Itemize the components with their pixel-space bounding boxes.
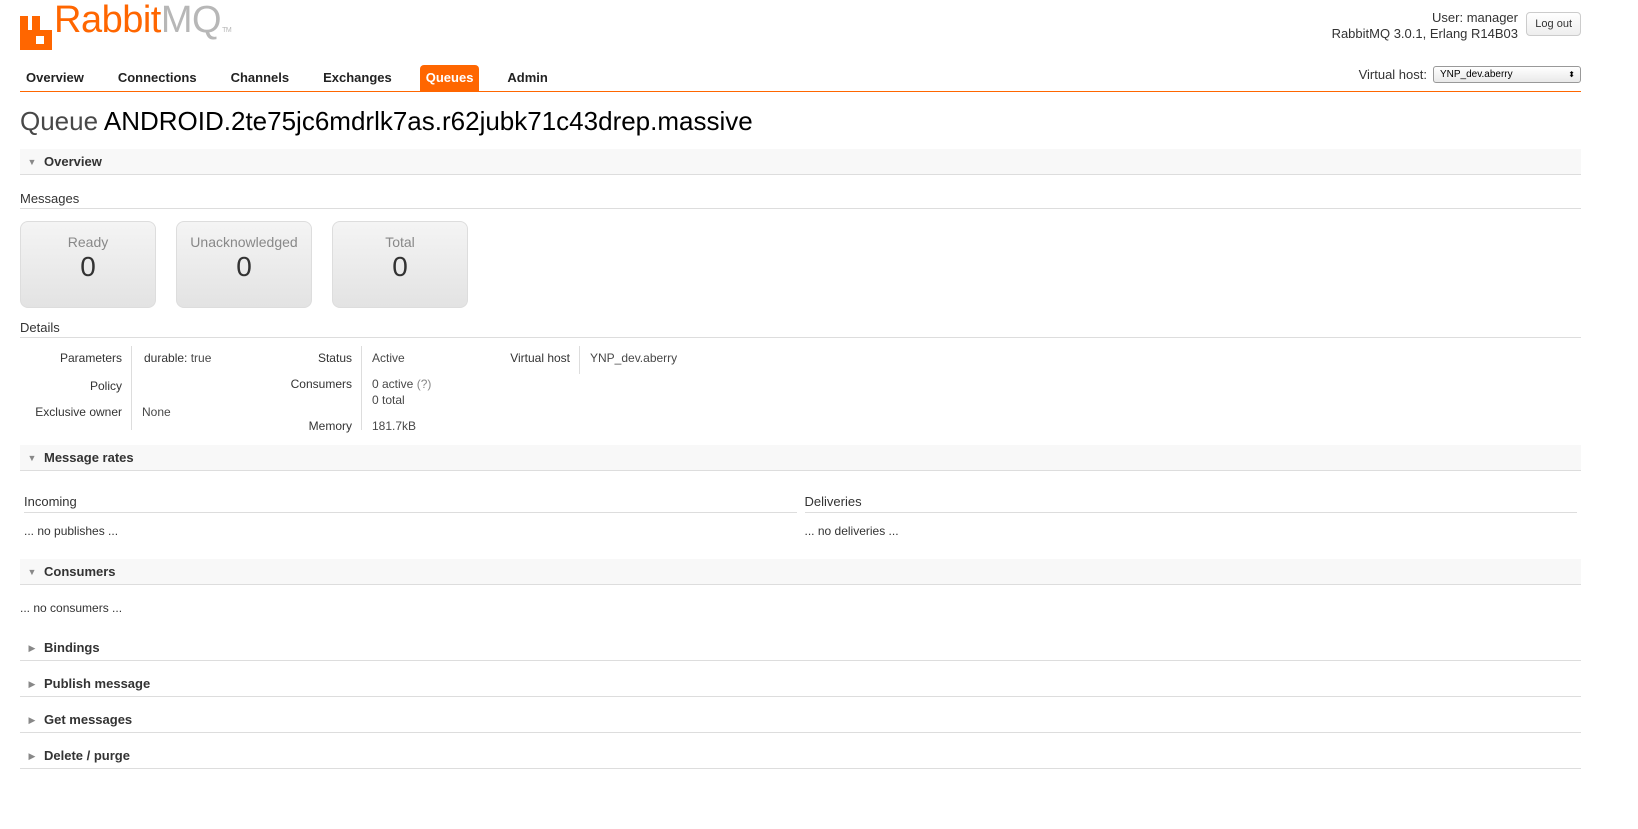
- parameters-value: durable: true: [144, 351, 211, 365]
- consumers-total: 0 total: [372, 393, 405, 407]
- rabbit-logo-icon: [20, 16, 52, 50]
- policy-label: Policy: [89, 379, 122, 393]
- triangle-right-icon: ▶: [28, 714, 36, 725]
- message-counters: Ready 0 Unacknowledged 0 Total 0: [20, 221, 1581, 308]
- details-table: Parameters Policy Exclusive owner durabl…: [20, 338, 1581, 433]
- section-publish-message-title: Publish message: [44, 675, 151, 691]
- page-title: Queue ANDROID.2te75jc6mdrlk7as.r62jubk71…: [20, 105, 1581, 137]
- vhost-label: Virtual host:: [1358, 67, 1427, 82]
- triangle-down-icon: ▼: [27, 452, 37, 463]
- main-nav: Overview Connections Channels Exchanges …: [20, 64, 1581, 92]
- triangle-right-icon: ▶: [28, 750, 36, 761]
- section-publish-message-header[interactable]: ▶ Publish message: [20, 671, 1581, 697]
- no-consumers-note: ... no consumers ...: [20, 601, 123, 615]
- triangle-right-icon: ▶: [28, 678, 36, 689]
- triangle-down-icon: ▼: [27, 156, 37, 167]
- user-name: manager: [1466, 10, 1518, 25]
- section-message-rates-header[interactable]: ▼ Message rates: [20, 445, 1581, 471]
- logo-wordmark: RabbitMQTM: [54, 0, 232, 50]
- rabbitmq-logo: RabbitMQTM: [20, 1, 232, 50]
- counter-label: Total: [385, 234, 415, 250]
- section-overview-header[interactable]: ▼ Overview: [20, 149, 1581, 175]
- vhost-detail-value: YNP_dev.aberry: [590, 351, 678, 365]
- main-content: Queue ANDROID.2te75jc6mdrlk7as.r62jubk71…: [20, 105, 1581, 769]
- consumers-label: Consumers: [290, 377, 352, 391]
- details-subheading: Details: [20, 320, 1581, 338]
- vhost-selector: Virtual host: YNP_dev.aberry ⬍: [1359, 66, 1581, 83]
- status-value: Active: [372, 351, 405, 365]
- updown-arrows-icon: ⬍: [1568, 70, 1575, 79]
- counter-label: Unacknowledged: [190, 234, 298, 250]
- vhost-select-value: YNP_dev.aberry: [1440, 69, 1513, 80]
- counter-value: 0: [392, 251, 408, 282]
- section-bindings-header[interactable]: ▶ Bindings: [20, 635, 1581, 661]
- tab-channels[interactable]: Channels: [225, 65, 296, 91]
- section-delete-purge-title: Delete / purge: [44, 747, 130, 763]
- login-info: User: manager RabbitMQ 3.0.1, Erlang R14…: [1332, 10, 1518, 42]
- logo-rabbit-text: Rabbit: [54, 0, 161, 41]
- logo-mq-text: MQ: [160, 0, 222, 41]
- section-consumers-header[interactable]: ▼ Consumers: [20, 559, 1581, 585]
- tab-overview[interactable]: Overview: [20, 65, 90, 91]
- tab-exchanges[interactable]: Exchanges: [317, 65, 398, 91]
- counter-label: Ready: [67, 234, 109, 250]
- details-divider: [579, 346, 580, 374]
- logo-tm: TM: [222, 27, 232, 34]
- details-divider: [131, 346, 132, 430]
- vhost-select[interactable]: YNP_dev.aberry ⬍: [1433, 66, 1581, 83]
- section-bindings-title: Bindings: [44, 639, 100, 655]
- section-delete-purge-header[interactable]: ▶ Delete / purge: [20, 743, 1581, 769]
- deliveries-heading: Deliveries: [804, 491, 1577, 513]
- tab-queues[interactable]: Queues: [419, 65, 480, 91]
- triangle-down-icon: ▼: [27, 566, 37, 577]
- consumers-value: 0 active (?): [372, 377, 431, 391]
- memory-value: 181.7kB: [372, 419, 417, 433]
- tab-connections[interactable]: Connections: [112, 65, 203, 91]
- parameter-durable-value: true: [190, 351, 212, 365]
- deliveries-column: Deliveries ... no deliveries ...: [801, 471, 1582, 538]
- counter-value: 0: [236, 251, 252, 282]
- consumers-active: 0 active: [372, 377, 414, 391]
- counter-value: 0: [80, 251, 96, 282]
- page-title-prefix: Queue: [20, 106, 99, 136]
- section-message-rates-title: Message rates: [44, 449, 134, 465]
- triangle-right-icon: ▶: [28, 642, 36, 653]
- details-divider: [361, 346, 362, 430]
- parameter-key: durable:: [144, 351, 188, 365]
- consumers-help-link[interactable]: (?): [417, 377, 432, 391]
- exclusive-owner-label: Exclusive owner: [35, 405, 122, 419]
- parameters-label: Parameters: [59, 351, 122, 365]
- status-label: Status: [317, 351, 352, 365]
- vhost-detail-label: Virtual host: [510, 351, 570, 365]
- user-line: User: manager: [1332, 10, 1518, 26]
- exclusive-owner-value: None: [142, 405, 171, 419]
- tab-admin[interactable]: Admin: [501, 65, 553, 91]
- message-rates-body: Incoming ... no publishes ... Deliveries…: [20, 471, 1581, 538]
- version-info: RabbitMQ 3.0.1, Erlang R14B03: [1331, 26, 1518, 41]
- section-get-messages-header[interactable]: ▶ Get messages: [20, 707, 1581, 733]
- incoming-note: ... no publishes ...: [24, 524, 119, 538]
- queue-name: ANDROID.2te75jc6mdrlk7as.r62jubk71c43dre…: [103, 106, 753, 136]
- counter-total: Total 0: [332, 221, 468, 308]
- memory-label: Memory: [308, 419, 352, 433]
- section-get-messages-title: Get messages: [44, 711, 133, 727]
- messages-subheading: Messages: [20, 191, 1581, 209]
- counter-unacknowledged: Unacknowledged 0: [176, 221, 312, 308]
- incoming-column: Incoming ... no publishes ...: [20, 471, 801, 538]
- section-consumers-title: Consumers: [44, 563, 116, 579]
- incoming-heading: Incoming: [24, 491, 797, 513]
- user-label: User:: [1432, 10, 1464, 25]
- counter-ready: Ready 0: [20, 221, 156, 308]
- deliveries-note: ... no deliveries ...: [804, 524, 899, 538]
- logout-button[interactable]: Log out: [1526, 12, 1581, 36]
- section-overview-title: Overview: [44, 153, 102, 169]
